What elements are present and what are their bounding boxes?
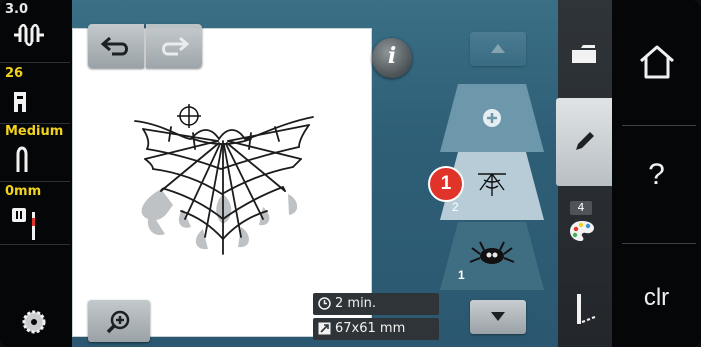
stitch-length-value: 3.0 — [5, 2, 29, 17]
redo-button[interactable] — [146, 24, 202, 68]
scroll-down-button[interactable] — [470, 300, 526, 334]
presser-foot-number: 26 — [5, 66, 24, 81]
embroidery-canvas[interactable] — [72, 28, 372, 337]
design-size-value: 67x61 mm — [335, 321, 406, 336]
redo-icon — [162, 36, 190, 56]
add-icon — [483, 109, 501, 127]
zoom-in-button[interactable] — [88, 300, 150, 342]
thread-tension-item[interactable]: Medium — [0, 124, 72, 180]
navigation-panel: ? clr — [612, 0, 701, 347]
needle-position-item[interactable]: 0mm — [0, 182, 72, 242]
layer-2-number: 2 — [452, 200, 459, 214]
stitch-time-value: 2 min. — [335, 296, 377, 311]
stitch-length-icon — [14, 24, 44, 46]
design-size-display: 67x61 mm — [313, 318, 439, 340]
stitch-time-display: 2 min. — [313, 293, 439, 315]
thread-tension-value: Medium — [5, 124, 64, 139]
arrow-down-icon — [491, 312, 505, 321]
spider-web-design — [134, 104, 314, 255]
zoom-in-icon — [106, 310, 130, 334]
info-icon: i — [387, 43, 397, 69]
needle-icon — [16, 146, 28, 172]
tab-edit[interactable] — [556, 98, 613, 186]
undo-icon — [100, 36, 128, 56]
layer-1[interactable] — [440, 222, 544, 290]
color-count-badge: 4 — [570, 201, 592, 215]
tab-files[interactable] — [558, 30, 612, 80]
layer-1-number: 1 — [458, 268, 465, 282]
presser-foot-icon — [14, 92, 26, 112]
stitch-path-icon — [577, 294, 596, 324]
size-icon — [318, 322, 331, 335]
needle-position-value: 0mm — [5, 184, 42, 199]
clear-button[interactable]: clr — [612, 284, 701, 312]
embroidery-edit-screen: 3.0 26 Medium 0mm i 2 min. 67x61 mm 2 1 … — [0, 0, 701, 347]
add-layer-button[interactable] — [440, 84, 544, 152]
info-button[interactable]: i — [372, 38, 412, 78]
pencil-icon — [576, 132, 594, 150]
help-button[interactable]: ? — [612, 158, 701, 192]
arrow-up-icon — [491, 44, 505, 53]
folder-icon — [572, 45, 596, 63]
bobbin-icon[interactable] — [22, 310, 46, 334]
scroll-up-button[interactable] — [470, 32, 526, 66]
tab-stitch-path[interactable] — [558, 280, 612, 340]
undo-button[interactable] — [88, 24, 144, 68]
tab-colors[interactable]: 4 — [558, 196, 612, 256]
home-icon[interactable] — [638, 44, 676, 80]
needle-position-icon — [12, 208, 35, 240]
palette-icon — [570, 221, 594, 241]
presser-foot-item[interactable]: 26 — [0, 64, 72, 122]
callout-badge: 1 — [428, 166, 464, 202]
clock-icon — [318, 297, 331, 310]
stitch-length-item[interactable]: 3.0 — [0, 0, 72, 60]
status-panel: 3.0 26 Medium 0mm — [0, 0, 72, 347]
